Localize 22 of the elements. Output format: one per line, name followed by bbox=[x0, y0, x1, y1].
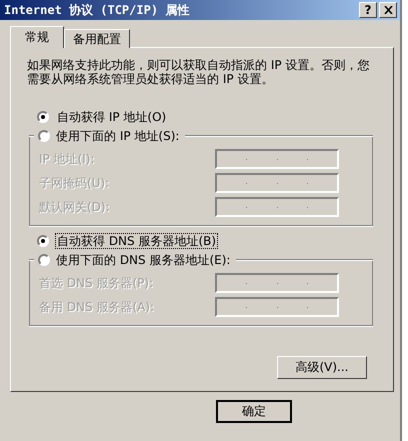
ip-address-field[interactable] bbox=[215, 297, 339, 317]
radio-button[interactable] bbox=[37, 235, 49, 247]
radio-button[interactable] bbox=[37, 111, 49, 123]
window-title: Internet 协议 (TCP/IP) 属性 bbox=[4, 2, 190, 18]
ip-address-field[interactable] bbox=[215, 149, 339, 169]
ok-button[interactable]: 确定 bbox=[216, 400, 292, 423]
help-button[interactable]: ? bbox=[359, 2, 377, 18]
ip-address-field[interactable] bbox=[215, 197, 339, 217]
close-button[interactable] bbox=[379, 2, 397, 18]
radio-button[interactable] bbox=[38, 254, 50, 266]
close-icon bbox=[384, 6, 392, 14]
tab[interactable]: 备用配置 bbox=[64, 29, 130, 48]
advanced-button[interactable]: 高级(V)... bbox=[277, 356, 367, 379]
radio-label[interactable]: 自动获得 DNS 服务器地址(B) bbox=[55, 233, 218, 249]
tab[interactable]: 常规 bbox=[10, 26, 64, 48]
ip-address-field[interactable] bbox=[215, 173, 339, 193]
radio-label[interactable]: 使用下面的 DNS 服务器地址(E): bbox=[54, 252, 232, 268]
radio-label[interactable]: 使用下面的 IP 地址(S): bbox=[54, 128, 182, 144]
description-text: 如果网络支持此功能，则可以获取自动指派的 IP 设置。否则，您需要从网络系统管理员处获得适当的 IP 设置。 bbox=[27, 58, 370, 86]
radio-label[interactable]: 自动获得 IP 地址(O) bbox=[55, 109, 168, 125]
radio-button[interactable] bbox=[38, 130, 50, 142]
ip-address-field[interactable] bbox=[215, 273, 339, 293]
